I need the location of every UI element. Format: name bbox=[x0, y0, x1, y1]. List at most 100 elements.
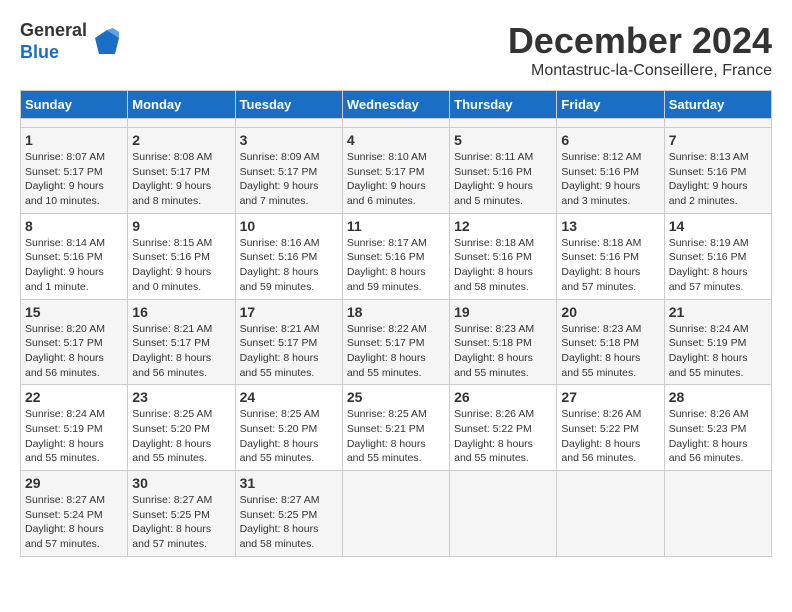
day-number: 9 bbox=[132, 218, 230, 234]
day-number: 31 bbox=[240, 475, 338, 491]
calendar-cell: 27 Sunrise: 8:26 AM Sunset: 5:22 PM Dayli… bbox=[557, 385, 664, 471]
calendar-cell: 26Sunrise: 8:26 AM Sunset: 5:22 PM Dayli… bbox=[450, 385, 557, 471]
calendar-cell: 2Sunrise: 8:08 AM Sunset: 5:17 PM Daylig… bbox=[128, 128, 235, 214]
logo: General Blue bbox=[20, 20, 123, 63]
day-info: Sunrise: 8:24 AM Sunset: 5:19 PM Dayligh… bbox=[669, 322, 767, 381]
day-number: 22 bbox=[25, 389, 123, 405]
calendar-cell: 11 Sunrise: 8:17 AM Sunset: 5:16 PM Dayli… bbox=[342, 213, 449, 299]
day-info: Sunrise: 8:23 AM Sunset: 5:18 PM Dayligh… bbox=[561, 322, 659, 381]
day-number: 10 bbox=[240, 218, 338, 234]
day-info: Sunrise: 8:27 AM Sunset: 5:25 PM Dayligh… bbox=[132, 493, 230, 552]
day-number: 3 bbox=[240, 132, 338, 148]
day-info: Sunrise: 8:20 AM Sunset: 5:17 PM Dayligh… bbox=[25, 322, 123, 381]
page-header: General Blue December 2024 Montastruc-la… bbox=[20, 20, 772, 80]
calendar-cell bbox=[128, 119, 235, 128]
calendar-cell: 14Sunrise: 8:19 AM Sunset: 5:16 PM Dayli… bbox=[664, 213, 771, 299]
title-area: December 2024 Montastruc-la-Conseillere,… bbox=[508, 20, 772, 80]
location: Montastruc-la-Conseillere, France bbox=[508, 62, 772, 80]
header-saturday: Saturday bbox=[664, 91, 771, 119]
calendar-week-4: 22 Sunrise: 8:24 AM Sunset: 5:19 PM Dayli… bbox=[21, 385, 772, 471]
calendar-cell bbox=[664, 119, 771, 128]
calendar-cell: 29Sunrise: 8:27 AM Sunset: 5:24 PM Dayli… bbox=[21, 471, 128, 557]
calendar-cell bbox=[21, 119, 128, 128]
day-info: Sunrise: 8:08 AM Sunset: 5:17 PM Dayligh… bbox=[132, 150, 230, 209]
day-number: 16 bbox=[132, 304, 230, 320]
header-friday: Friday bbox=[557, 91, 664, 119]
calendar-cell: 30 Sunrise: 8:27 AM Sunset: 5:25 PM Dayli… bbox=[128, 471, 235, 557]
calendar-header: SundayMondayTuesdayWednesdayThursdayFrid… bbox=[21, 91, 772, 119]
day-number: 15 bbox=[25, 304, 123, 320]
day-number: 6 bbox=[561, 132, 659, 148]
day-info: Sunrise: 8:14 AM Sunset: 5:16 PM Dayligh… bbox=[25, 236, 123, 295]
calendar-cell bbox=[342, 471, 449, 557]
logo-blue: Blue bbox=[20, 42, 59, 62]
calendar-cell: 7Sunrise: 8:13 AM Sunset: 5:16 PM Daylig… bbox=[664, 128, 771, 214]
calendar-cell: 1 Sunrise: 8:07 AM Sunset: 5:17 PM Daylig… bbox=[21, 128, 128, 214]
header-sunday: Sunday bbox=[21, 91, 128, 119]
calendar-week-5: 29Sunrise: 8:27 AM Sunset: 5:24 PM Dayli… bbox=[21, 471, 772, 557]
calendar-cell: 21 Sunrise: 8:24 AM Sunset: 5:19 PM Dayli… bbox=[664, 299, 771, 385]
day-number: 13 bbox=[561, 218, 659, 234]
calendar-cell: 19Sunrise: 8:23 AM Sunset: 5:18 PM Dayli… bbox=[450, 299, 557, 385]
header-tuesday: Tuesday bbox=[235, 91, 342, 119]
day-number: 11 bbox=[347, 218, 445, 234]
day-info: Sunrise: 8:21 AM Sunset: 5:17 PM Dayligh… bbox=[240, 322, 338, 381]
day-info: Sunrise: 8:10 AM Sunset: 5:17 PM Dayligh… bbox=[347, 150, 445, 209]
day-info: Sunrise: 8:23 AM Sunset: 5:18 PM Dayligh… bbox=[454, 322, 552, 381]
calendar-cell bbox=[450, 471, 557, 557]
calendar-week-1: 1 Sunrise: 8:07 AM Sunset: 5:17 PM Daylig… bbox=[21, 128, 772, 214]
day-number: 17 bbox=[240, 304, 338, 320]
calendar-cell: 16Sunrise: 8:21 AM Sunset: 5:17 PM Dayli… bbox=[128, 299, 235, 385]
calendar-cell: 5Sunrise: 8:11 AM Sunset: 5:16 PM Daylig… bbox=[450, 128, 557, 214]
day-info: Sunrise: 8:17 AM Sunset: 5:16 PM Dayligh… bbox=[347, 236, 445, 295]
calendar-cell: 13 Sunrise: 8:18 AM Sunset: 5:16 PM Dayli… bbox=[557, 213, 664, 299]
day-number: 12 bbox=[454, 218, 552, 234]
day-info: Sunrise: 8:18 AM Sunset: 5:16 PM Dayligh… bbox=[561, 236, 659, 295]
day-number: 30 bbox=[132, 475, 230, 491]
calendar-week-2: 8 Sunrise: 8:14 AM Sunset: 5:16 PM Daylig… bbox=[21, 213, 772, 299]
month-title: December 2024 bbox=[508, 20, 772, 62]
day-number: 8 bbox=[25, 218, 123, 234]
header-wednesday: Wednesday bbox=[342, 91, 449, 119]
calendar-cell: 15 Sunrise: 8:20 AM Sunset: 5:17 PM Dayli… bbox=[21, 299, 128, 385]
calendar-cell bbox=[557, 471, 664, 557]
day-number: 27 bbox=[561, 389, 659, 405]
calendar-cell bbox=[235, 119, 342, 128]
day-info: Sunrise: 8:26 AM Sunset: 5:22 PM Dayligh… bbox=[561, 407, 659, 466]
calendar-cell: 20 Sunrise: 8:23 AM Sunset: 5:18 PM Dayli… bbox=[557, 299, 664, 385]
day-info: Sunrise: 8:26 AM Sunset: 5:23 PM Dayligh… bbox=[669, 407, 767, 466]
day-number: 28 bbox=[669, 389, 767, 405]
calendar-week-3: 15 Sunrise: 8:20 AM Sunset: 5:17 PM Dayli… bbox=[21, 299, 772, 385]
day-number: 29 bbox=[25, 475, 123, 491]
calendar-cell: 6Sunrise: 8:12 AM Sunset: 5:16 PM Daylig… bbox=[557, 128, 664, 214]
day-info: Sunrise: 8:07 AM Sunset: 5:17 PM Dayligh… bbox=[25, 150, 123, 209]
day-info: Sunrise: 8:15 AM Sunset: 5:16 PM Dayligh… bbox=[132, 236, 230, 295]
calendar-cell: 17 Sunrise: 8:21 AM Sunset: 5:17 PM Dayli… bbox=[235, 299, 342, 385]
day-number: 23 bbox=[132, 389, 230, 405]
calendar-cell bbox=[557, 119, 664, 128]
day-info: Sunrise: 8:22 AM Sunset: 5:17 PM Dayligh… bbox=[347, 322, 445, 381]
day-info: Sunrise: 8:27 AM Sunset: 5:25 PM Dayligh… bbox=[240, 493, 338, 552]
day-number: 18 bbox=[347, 304, 445, 320]
calendar-cell: 8 Sunrise: 8:14 AM Sunset: 5:16 PM Daylig… bbox=[21, 213, 128, 299]
day-number: 4 bbox=[347, 132, 445, 148]
day-info: Sunrise: 8:13 AM Sunset: 5:16 PM Dayligh… bbox=[669, 150, 767, 209]
day-info: Sunrise: 8:24 AM Sunset: 5:19 PM Dayligh… bbox=[25, 407, 123, 466]
logo-general: General bbox=[20, 20, 87, 40]
header-monday: Monday bbox=[128, 91, 235, 119]
calendar-cell: 22 Sunrise: 8:24 AM Sunset: 5:19 PM Dayli… bbox=[21, 385, 128, 471]
calendar-cell: 12 Sunrise: 8:18 AM Sunset: 5:16 PM Dayli… bbox=[450, 213, 557, 299]
day-number: 1 bbox=[25, 132, 123, 148]
calendar-cell: 10 Sunrise: 8:16 AM Sunset: 5:16 PM Dayli… bbox=[235, 213, 342, 299]
calendar-week-0 bbox=[21, 119, 772, 128]
day-number: 21 bbox=[669, 304, 767, 320]
day-info: Sunrise: 8:18 AM Sunset: 5:16 PM Dayligh… bbox=[454, 236, 552, 295]
calendar-cell: 4 Sunrise: 8:10 AM Sunset: 5:17 PM Daylig… bbox=[342, 128, 449, 214]
day-number: 20 bbox=[561, 304, 659, 320]
calendar-cell: 3Sunrise: 8:09 AM Sunset: 5:17 PM Daylig… bbox=[235, 128, 342, 214]
calendar-cell: 18 Sunrise: 8:22 AM Sunset: 5:17 PM Dayli… bbox=[342, 299, 449, 385]
day-number: 5 bbox=[454, 132, 552, 148]
header-thursday: Thursday bbox=[450, 91, 557, 119]
day-info: Sunrise: 8:16 AM Sunset: 5:16 PM Dayligh… bbox=[240, 236, 338, 295]
day-number: 14 bbox=[669, 218, 767, 234]
